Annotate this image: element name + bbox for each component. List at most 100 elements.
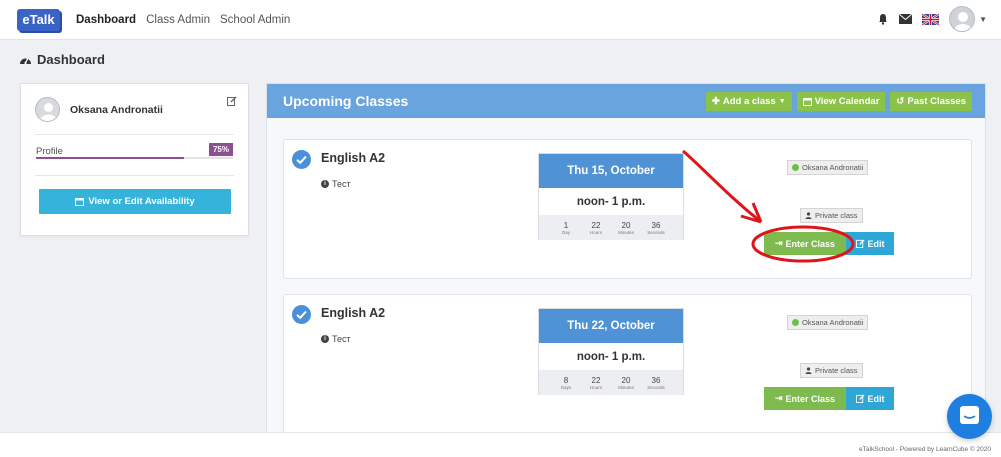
dashboard-icon	[20, 57, 31, 65]
profile-progress-label: Profile	[36, 146, 63, 157]
teacher-badge: Oksana Andronatii	[787, 160, 869, 175]
profile-card: Oksana Andronatii Profile 75% View or Ed…	[20, 83, 249, 236]
class-date: Thu 22, October	[539, 309, 683, 343]
chevron-down-icon[interactable]: ▼	[979, 15, 987, 24]
user-avatar-icon[interactable]	[949, 6, 976, 32]
teacher-name: Oksana Andronatii	[802, 318, 864, 327]
divider	[35, 134, 234, 135]
past-classes-button[interactable]: ↺ Past Classes	[890, 92, 972, 111]
teacher-badge: Oksana Andronatii	[787, 315, 869, 330]
countdown-value: 8	[563, 375, 569, 385]
countdown-unit: Minutes	[618, 229, 634, 235]
bell-icon[interactable]	[877, 13, 889, 25]
profile-progress-bar	[36, 157, 233, 159]
status-dot-icon	[792, 164, 799, 171]
class-description: i Тест	[321, 179, 351, 189]
uk-flag-icon[interactable]	[922, 13, 940, 25]
countdown-unit: Seconds	[647, 384, 665, 390]
availability-button-label: View or Edit Availability	[88, 196, 195, 207]
countdown-hours: 22 Hours	[581, 370, 611, 395]
countdown-seconds: 36 Seconds	[641, 215, 671, 240]
profile-avatar-icon	[35, 97, 60, 122]
edit-icon[interactable]	[227, 96, 237, 106]
status-dot-icon	[792, 319, 799, 326]
class-type-text: Private class	[815, 366, 858, 375]
countdown-unit: Days	[560, 384, 572, 390]
upcoming-classes-header: Upcoming Classes ✚ Add a class ▼ View Ca…	[267, 84, 985, 118]
countdown-value: 22	[591, 220, 601, 230]
teacher-name: Oksana Andronatii	[802, 163, 864, 172]
past-classes-label: Past Classes	[907, 96, 966, 107]
countdown-hours: 22 Hours	[581, 215, 611, 240]
class-name[interactable]: English A2	[321, 151, 385, 165]
edit-icon	[855, 239, 865, 248]
class-countdown: 1 Day 22 Hours 20 Minutes 36 Seconds	[539, 215, 683, 240]
countdown-days: 1 Day	[551, 215, 581, 240]
calendar-icon	[75, 198, 85, 206]
nav-class-admin[interactable]: Class Admin	[146, 14, 210, 26]
footer: eTalkSchool - Powered by LearnCube © 202…	[0, 432, 1001, 457]
top-navbar: eTalk Dashboard Class Admin School Admin…	[0, 0, 1001, 40]
check-circle-icon	[292, 305, 311, 324]
enter-class-label: Enter Class	[785, 393, 836, 404]
check-circle-icon	[292, 150, 311, 169]
profile-progress-fill	[36, 157, 184, 159]
user-icon	[805, 367, 812, 374]
add-class-label: Add a class	[722, 96, 776, 107]
page-title: Dashboard	[19, 52, 105, 67]
sign-in-icon: ⇥	[774, 393, 783, 403]
countdown-value: 1	[563, 220, 569, 230]
enter-class-button[interactable]: ⇥ Enter Class	[764, 232, 846, 255]
countdown-unit: Hours	[589, 384, 602, 390]
enter-class-button[interactable]: ⇥ Enter Class	[764, 387, 846, 410]
countdown-unit: Seconds	[647, 229, 665, 235]
class-card: English A2 i Тест Thu 15, October noon- …	[283, 139, 972, 279]
class-type-text: Private class	[815, 211, 858, 220]
class-date-box: Thu 22, October noon- 1 p.m. 8 Days 22 Hou…	[538, 308, 684, 395]
chat-icon[interactable]	[947, 394, 992, 439]
countdown-unit: Hours	[589, 229, 602, 235]
countdown-value: 36	[651, 375, 661, 385]
divider	[35, 175, 234, 176]
countdown-unit: Minutes	[618, 384, 634, 390]
class-countdown: 8 Days 22 Hours 20 Minutes 36 Seconds	[539, 370, 683, 395]
class-type-badge: Private class	[800, 208, 863, 223]
view-calendar-button[interactable]: View Calendar	[796, 92, 886, 111]
class-card: English A2 i Тест Thu 22, October noon- …	[283, 294, 972, 434]
class-name[interactable]: English A2	[321, 306, 385, 320]
edit-class-button[interactable]: Edit	[846, 387, 894, 410]
nav-school-admin[interactable]: School Admin	[220, 14, 290, 26]
class-type-badge: Private class	[800, 363, 863, 378]
add-class-button[interactable]: ✚ Add a class ▼	[705, 92, 792, 111]
etalk-logo[interactable]: eTalk	[17, 8, 60, 31]
countdown-days: 8 Days	[551, 370, 581, 395]
class-description: i Тест	[321, 334, 351, 344]
class-description-text: Тест	[332, 334, 351, 344]
footer-text: eTalkSchool - Powered by LearnCube © 202…	[859, 446, 991, 453]
countdown-minutes: 20 Minutes	[611, 370, 641, 395]
upcoming-classes-title: Upcoming Classes	[283, 93, 409, 109]
info-icon: i	[321, 180, 329, 188]
sign-in-icon: ⇥	[774, 238, 783, 248]
countdown-minutes: 20 Minutes	[611, 215, 641, 240]
class-time: noon- 1 p.m.	[576, 195, 646, 208]
profile-progress-badge: 75%	[208, 143, 233, 156]
countdown-value: 20	[621, 220, 631, 230]
history-icon: ↺	[896, 96, 905, 107]
view-edit-availability-button[interactable]: View or Edit Availability	[39, 189, 231, 214]
countdown-seconds: 36 Seconds	[641, 370, 671, 395]
nav-right-tools: ▼	[877, 6, 987, 32]
edit-icon	[855, 394, 865, 403]
info-icon: i	[321, 335, 329, 343]
mail-icon[interactable]	[899, 14, 913, 24]
class-date: Thu 15, October	[539, 154, 683, 188]
countdown-value: 22	[591, 375, 601, 385]
countdown-value: 36	[651, 220, 661, 230]
logo-text: eTalk	[22, 12, 55, 27]
nav-dashboard[interactable]: Dashboard	[76, 14, 136, 26]
upcoming-classes-panel: Upcoming Classes ✚ Add a class ▼ View Ca…	[266, 83, 986, 457]
countdown-value: 20	[621, 375, 631, 385]
chevron-down-icon: ▼	[778, 98, 786, 105]
edit-class-label: Edit	[867, 393, 885, 404]
edit-class-button[interactable]: Edit	[846, 232, 894, 255]
